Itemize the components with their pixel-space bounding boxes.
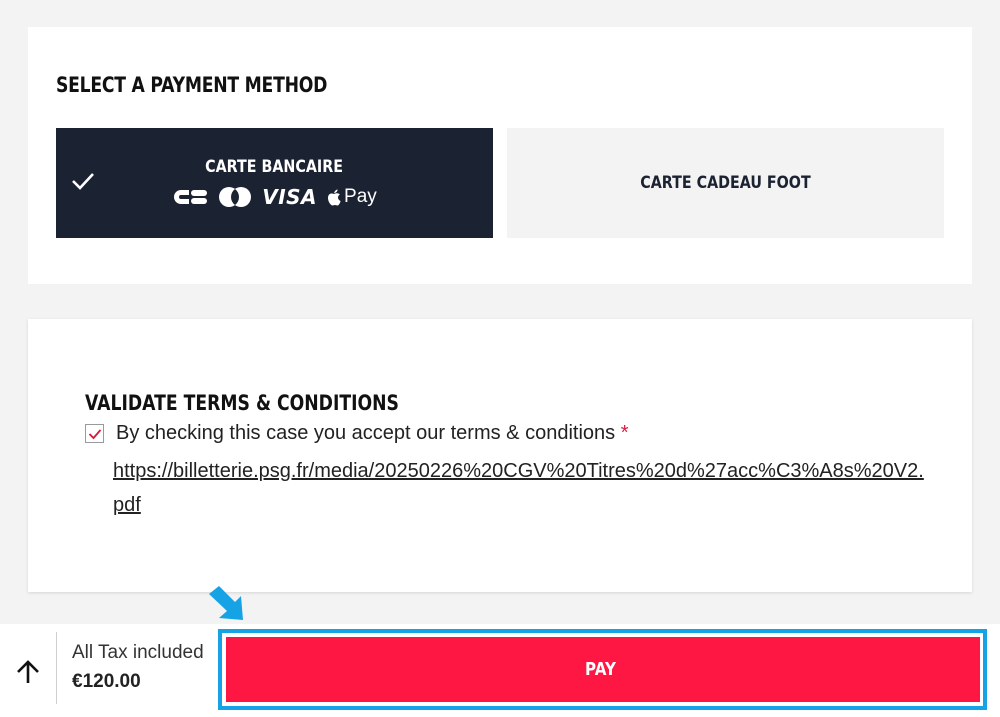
mastercard-logo-icon: [218, 186, 252, 208]
payment-option-carte-bancaire[interactable]: CARTE BANCAIRE VISA Pay: [56, 128, 493, 238]
pointer-arrow-icon: [209, 586, 243, 620]
payment-option-label: CARTE CADEAU FOOT: [640, 173, 811, 193]
tax-label: All Tax included: [72, 642, 204, 663]
divider: [56, 632, 57, 704]
terms-card: VALIDATE TERMS & CONDITIONS By checking …: [28, 319, 972, 592]
payment-method-title: SELECT A PAYMENT METHOD: [56, 73, 328, 97]
terms-link[interactable]: https://billetterie.psg.fr/media/2025022…: [113, 454, 928, 522]
terms-title: VALIDATE TERMS & CONDITIONS: [85, 391, 399, 415]
terms-checkbox[interactable]: [85, 424, 104, 443]
arrow-up-icon: [17, 660, 39, 683]
apple-pay-text: Pay: [344, 186, 377, 207]
pay-button[interactable]: PAY: [226, 637, 980, 702]
apple-icon: [328, 189, 341, 205]
payment-method-card: SELECT A PAYMENT METHOD CARTE BANCAIRE V…: [28, 27, 972, 284]
checkbox-check-icon: [88, 428, 101, 439]
required-mark: *: [620, 422, 629, 444]
terms-label: By checking this case you accept our ter…: [116, 422, 616, 444]
checkout-bar: All Tax included €120.00 PAY: [0, 624, 1000, 717]
terms-text: By checking this case you accept our ter…: [116, 422, 629, 445]
apple-pay-logo: Pay: [327, 186, 377, 208]
payment-option-label: CARTE BANCAIRE: [205, 157, 344, 177]
scroll-up-button[interactable]: [0, 632, 56, 712]
card-brands: VISA Pay: [172, 185, 377, 209]
visa-logo: VISA: [262, 185, 318, 209]
pay-button-label: PAY: [584, 659, 616, 680]
cb-logo-icon: [172, 189, 208, 205]
payment-option-carte-cadeau-foot[interactable]: CARTE CADEAU FOOT: [507, 128, 944, 238]
check-icon: [72, 173, 94, 190]
total-price: €120.00: [72, 671, 141, 692]
